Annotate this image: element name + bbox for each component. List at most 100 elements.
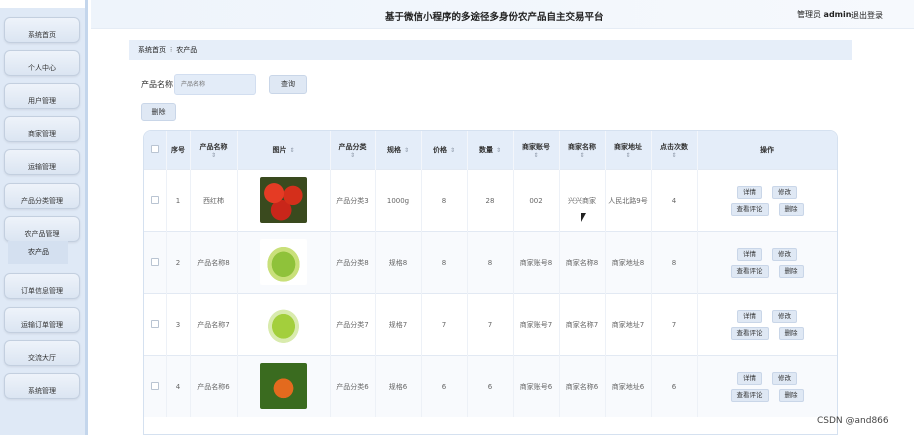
sidebar-item-transport-orders[interactable]: 运输订单管理 (4, 307, 80, 333)
header-merchant-name[interactable]: 商家名称 ⇕ (559, 131, 606, 170)
detail-button[interactable]: 详情 (737, 247, 762, 261)
sort-icon[interactable]: ⇕ (450, 147, 455, 154)
header-actions: 操作 (697, 131, 837, 170)
sidebar-item-profile[interactable]: 个人中心 (4, 50, 80, 76)
cell-price: 7 (421, 293, 468, 356)
mouse-cursor-icon (581, 213, 586, 222)
cell-merchant-name: 商家名称6 (559, 355, 606, 417)
sidebar-item-home[interactable]: 系统首页 (4, 17, 80, 43)
view-comments-button[interactable]: 查看评论 (730, 388, 769, 402)
sidebar-item-products[interactable]: 农产品管理 (4, 216, 80, 242)
sidebar-item-categories[interactable]: 产品分类管理 (4, 183, 80, 209)
sidebar-item-label: 产品分类管理 (21, 197, 63, 205)
detail-button[interactable]: 详情 (737, 185, 762, 199)
header-image[interactable]: 图片 ⇕ (237, 131, 331, 170)
sort-icon[interactable]: ⇕ (193, 152, 235, 159)
view-comments-button[interactable]: 查看评论 (730, 264, 769, 278)
table-row: 2 产品名称8 产品分类8 规格8 8 8 商家账号8 商家名称8 商家地址8 … (144, 231, 837, 294)
cell-quantity: 8 (467, 231, 514, 294)
edit-button[interactable]: 修改 (772, 247, 797, 261)
sort-icon[interactable]: ⇕ (496, 147, 501, 154)
sort-icon[interactable]: ⇕ (516, 152, 557, 159)
sidebar-top (0, 0, 85, 8)
header-category[interactable]: 产品分类 ⇕ (330, 131, 376, 170)
row-checkbox[interactable] (144, 231, 167, 294)
cell-merchant-address: 商家地址8 (605, 231, 652, 294)
row-checkbox[interactable] (144, 355, 167, 417)
sidebar-item-system[interactable]: 系统管理 (4, 373, 80, 399)
header-label: 点击次数 (660, 142, 688, 151)
logout-link[interactable]: 退出登录 (851, 10, 883, 21)
product-image (260, 176, 307, 223)
view-comments-button[interactable]: 查看评论 (730, 326, 769, 340)
sidebar-item-label: 订单信息管理 (21, 287, 63, 295)
header-clicks[interactable]: 点击次数 ⇕ (651, 131, 698, 170)
cell-actions: 详情 修改 查看评论 删除 (697, 355, 837, 417)
bulk-delete-button[interactable]: 删除 (141, 103, 176, 121)
sidebar-item-users[interactable]: 用户管理 (4, 83, 80, 109)
sidebar-item-label: 运输订单管理 (21, 321, 63, 329)
table-row: 3 产品名称7 产品分类7 规格7 7 7 商家账号7 商家名称7 商家地址7 … (144, 293, 837, 356)
row-checkbox[interactable] (144, 293, 167, 356)
sort-icon[interactable]: ⇕ (654, 152, 695, 159)
page-title: 基于微信小程序的多途径多身份农产品自主交易平台 (385, 12, 604, 23)
sort-icon[interactable]: ⇕ (608, 152, 649, 159)
cell-merchant-name: 商家名称8 (559, 231, 606, 294)
cell-category: 产品分类3 (330, 169, 376, 232)
sidebar-item-orders[interactable]: 订单信息管理 (4, 273, 80, 299)
edit-button[interactable]: 修改 (772, 309, 797, 323)
watermark: CSDN @and866 (817, 416, 889, 426)
search-input[interactable] (174, 74, 256, 95)
header-price[interactable]: 价格 ⇕ (421, 131, 468, 170)
sidebar-item-forum[interactable]: 交流大厅 (4, 340, 80, 366)
delete-button[interactable]: 删除 (778, 388, 804, 402)
delete-button[interactable]: 删除 (778, 202, 804, 216)
view-comments-button[interactable]: 查看评论 (730, 202, 769, 216)
detail-button[interactable]: 详情 (737, 309, 762, 323)
cell-clicks: 6 (651, 355, 698, 417)
sort-icon[interactable]: ⇕ (404, 147, 409, 154)
sidebar-item-label: 系统首页 (28, 31, 56, 39)
cell-merchant-address: 商家地址6 (605, 355, 652, 417)
cell-spec: 规格8 (375, 231, 422, 294)
sort-icon[interactable]: ⇕ (333, 152, 373, 159)
cell-quantity: 28 (467, 169, 514, 232)
sort-icon[interactable]: ⇕ (289, 147, 294, 154)
header-merchant-address[interactable]: 商家地址 ⇕ (605, 131, 652, 170)
query-button[interactable]: 查询 (269, 75, 307, 94)
cell-actions: 详情 修改 查看评论 删除 (697, 293, 837, 356)
cell-actions: 详情 修改 查看评论 删除 (697, 169, 837, 232)
delete-button[interactable]: 删除 (778, 326, 804, 340)
header-name[interactable]: 产品名称 ⇕ (190, 131, 238, 170)
header-label: 商家名称 (568, 142, 596, 151)
header-quantity[interactable]: 数量 ⇕ (467, 131, 514, 170)
header-label: 商家地址 (614, 142, 642, 151)
delete-button[interactable]: 删除 (778, 264, 804, 278)
products-table: 序号 产品名称 ⇕ 图片 ⇕ 产品分类 ⇕ 规格 ⇕ 价格 ⇕ 数量 ⇕ 商家账号 ⇕ 商家名… (143, 130, 838, 435)
cell-merchant-name: 兴兴商家 (559, 169, 606, 232)
header-label: 产品名称 (199, 142, 228, 151)
edit-button[interactable]: 修改 (772, 371, 797, 385)
cell-index: 2 (166, 231, 191, 294)
header-label: 数量 (478, 146, 493, 154)
detail-button[interactable]: 详情 (737, 371, 762, 385)
cell-category: 产品分类6 (330, 355, 376, 417)
edit-button[interactable]: 修改 (772, 185, 797, 199)
table-header-row: 序号 产品名称 ⇕ 图片 ⇕ 产品分类 ⇕ 规格 ⇕ 价格 ⇕ 数量 ⇕ 商家账号 ⇕ 商家名… (144, 131, 837, 170)
row-checkbox[interactable] (144, 169, 167, 232)
sidebar-subitem-products[interactable]: 农产品 (8, 241, 68, 264)
header-spec[interactable]: 规格 ⇕ (375, 131, 422, 170)
sidebar-item-transport[interactable]: 运输管理 (4, 149, 80, 175)
breadcrumb-home[interactable]: 系统首页 (138, 46, 166, 54)
sidebar-item-merchants[interactable]: 商家管理 (4, 116, 80, 142)
cell-merchant-account: 商家账号7 (513, 293, 560, 356)
cell-merchant-address: 人民北路9号 (605, 169, 652, 232)
cell-price: 6 (421, 355, 468, 417)
header-label: 图片 (272, 146, 287, 154)
sort-icon[interactable]: ⇕ (562, 152, 603, 159)
cell-price: 8 (421, 231, 468, 294)
select-all-checkbox[interactable] (144, 131, 167, 170)
cell-index: 1 (166, 169, 191, 232)
cell-spec: 规格7 (375, 293, 422, 356)
header-merchant-account[interactable]: 商家账号 ⇕ (513, 131, 560, 170)
